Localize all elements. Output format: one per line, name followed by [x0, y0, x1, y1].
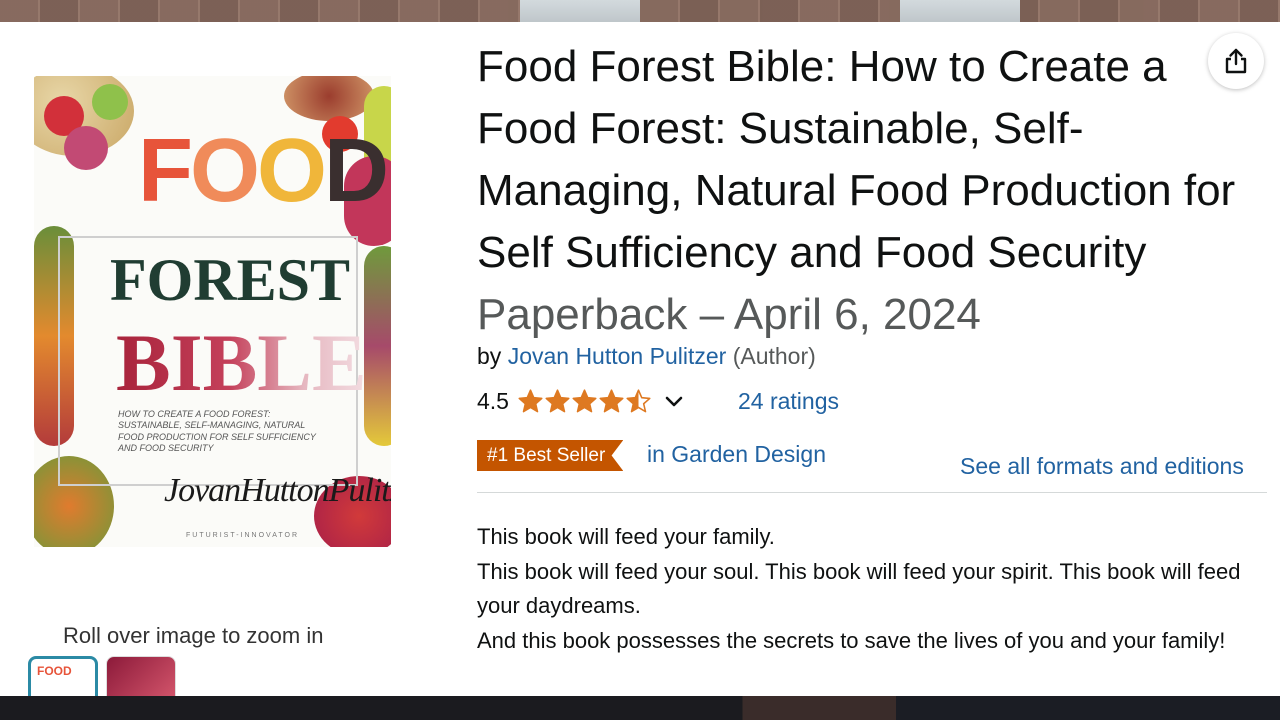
best-seller-badge[interactable]: #1 Best Seller: [477, 440, 624, 471]
cover-signature: JovanHuttonPulitzer: [164, 472, 391, 509]
format-and-date: Paperback – April 6, 2024: [477, 290, 981, 339]
divider: [477, 492, 1267, 493]
product-description: This book will feed your family. This bo…: [477, 520, 1267, 658]
book-cover-image[interactable]: FOOD FOREST BIBLE How to create a food f…: [34, 76, 391, 547]
background-window: [520, 0, 640, 22]
cover-title-forest: FOREST: [110, 247, 351, 313]
author-link[interactable]: Jovan Hutton Pulitzer: [508, 343, 727, 369]
ratings-count-link[interactable]: 24 ratings: [738, 389, 839, 413]
star-icon: [572, 388, 597, 412]
thumbnail-2[interactable]: [106, 656, 176, 700]
star-icon: [545, 388, 570, 412]
rating-row: 4.5 24 ratings: [477, 386, 839, 416]
product-title: Food Forest Bible: How to Create a Food …: [477, 36, 1267, 346]
background-window: [900, 0, 1020, 22]
thumbnail-label: FOOD: [37, 664, 72, 678]
share-icon: [1225, 48, 1247, 74]
rating-value: 4.5: [477, 387, 509, 414]
star-icon: [518, 388, 543, 412]
cover-title-food: FOOD: [138, 121, 389, 221]
cover-title-bible: BIBLE: [116, 317, 367, 408]
cover-decoration: [284, 76, 374, 121]
cover-decoration: [92, 84, 128, 120]
thumbnail-1[interactable]: FOOD: [28, 656, 98, 700]
background-top-band: [0, 0, 1280, 22]
star-icon: [626, 388, 651, 412]
chevron-down-icon: [665, 396, 683, 407]
product-title-text: Food Forest Bible: How to Create a Food …: [477, 42, 1236, 277]
star-icon: [599, 388, 624, 412]
cover-decoration: [64, 126, 108, 170]
description-paragraph: And this book possesses the secrets to s…: [477, 627, 1226, 653]
cover-decoration: [364, 246, 391, 446]
byline: by Jovan Hutton Pulitzer (Author): [477, 345, 816, 368]
description-paragraph: This book will feed your family.: [477, 524, 775, 549]
background-bottom-band: [0, 696, 1280, 720]
share-button[interactable]: [1208, 33, 1264, 89]
zoom-hint: Roll over image to zoom in: [63, 623, 324, 648]
cover-subtitle: How to create a food forest: sustainable…: [118, 409, 316, 453]
rating-dropdown-button[interactable]: [662, 389, 686, 413]
cover-tagline: FUTURIST-INNOVATOR: [186, 532, 299, 539]
best-seller-category-link[interactable]: in Garden Design: [647, 443, 826, 466]
description-paragraph: This book will feed your soul. This book…: [477, 558, 1241, 619]
byline-prefix: by: [477, 343, 502, 369]
star-rating[interactable]: [517, 388, 652, 415]
author-role: (Author): [732, 343, 816, 369]
see-all-formats-link[interactable]: See all formats and editions: [960, 455, 1244, 478]
